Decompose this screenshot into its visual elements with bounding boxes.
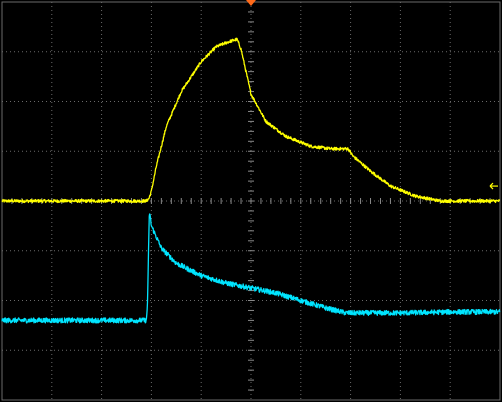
oscilloscope-display <box>0 0 502 402</box>
